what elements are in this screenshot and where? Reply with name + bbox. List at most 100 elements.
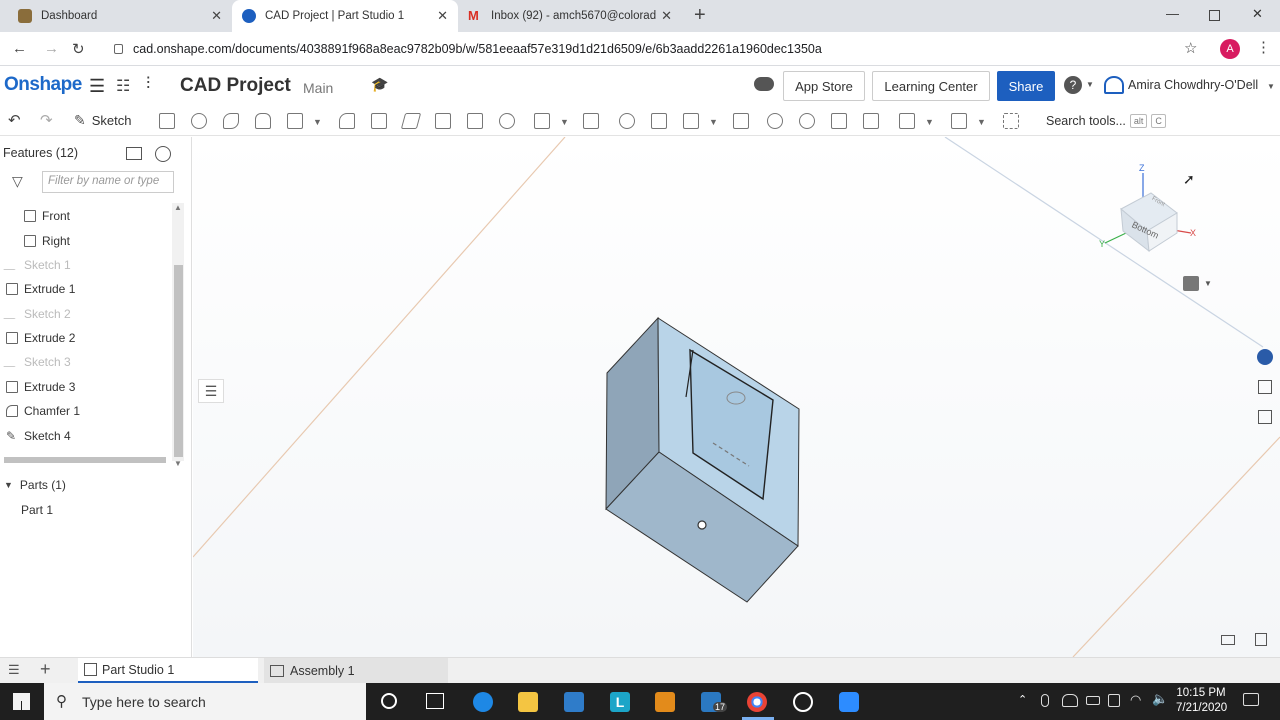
search-tools-field[interactable]: Search tools... alt C	[1046, 114, 1166, 128]
shell-icon[interactable]	[467, 113, 483, 129]
mass-icon[interactable]	[1255, 633, 1267, 646]
feature-item[interactable]: Extrude 1	[6, 279, 75, 299]
profile-avatar[interactable]: A	[1220, 39, 1240, 59]
feature-item[interactable]: Front	[24, 206, 70, 226]
tab-part-studio[interactable]: Part Studio 1	[78, 658, 258, 683]
lync-app-icon[interactable]: L	[610, 692, 630, 712]
delete-part-icon[interactable]	[733, 113, 749, 129]
add-element-icon[interactable]: +	[40, 659, 51, 680]
draft-icon[interactable]	[400, 113, 422, 129]
feature-item[interactable]: ✎ Sketch 4	[6, 426, 71, 446]
minimize-window-icon[interactable]: —	[1166, 6, 1179, 21]
feature-item[interactable]: Right	[24, 231, 70, 251]
help-icon[interactable]: ?	[1064, 76, 1082, 94]
view-cube-menu-icon[interactable]	[1183, 276, 1199, 291]
plane-icon[interactable]	[899, 113, 915, 129]
forward-icon[interactable]: →	[44, 40, 59, 57]
learning-cap-icon[interactable]: 🎓	[371, 76, 388, 93]
feature-item[interactable]: Sketch 2	[3, 304, 71, 324]
add-custom-feature-icon[interactable]	[1003, 113, 1019, 129]
chamfer-icon[interactable]	[371, 113, 387, 129]
notifications-icon[interactable]	[1243, 693, 1259, 706]
store-icon[interactable]	[564, 692, 584, 712]
replace-face-icon[interactable]	[831, 113, 847, 129]
move-face-icon[interactable]	[799, 113, 815, 129]
mirror-icon[interactable]	[583, 113, 599, 129]
boolean-icon[interactable]	[619, 113, 635, 129]
split-icon[interactable]	[651, 113, 667, 129]
configuration-icon[interactable]: ⫶	[146, 74, 150, 94]
chrome-icon[interactable]	[747, 692, 767, 712]
user-name[interactable]: Amira Chowdhry-O'Dell	[1128, 78, 1258, 92]
parts-panel-icon[interactable]	[1258, 380, 1272, 394]
graphics-viewport[interactable]: Z Y X Bottom Front ➚ ▼ ☰	[192, 136, 1280, 658]
revolve-icon[interactable]	[191, 113, 207, 129]
rollback-timer-icon[interactable]	[155, 146, 171, 162]
feature-hscrollbar[interactable]	[4, 457, 166, 463]
microphone-icon[interactable]	[1041, 694, 1049, 707]
hole-icon[interactable]	[499, 113, 515, 129]
view-cube-svg[interactable]	[1093, 159, 1213, 259]
branch-label[interactable]: Main	[303, 80, 333, 96]
app-icon[interactable]	[655, 692, 675, 712]
onedrive-icon[interactable]	[1062, 694, 1078, 707]
feature-item[interactable]: Sketch 3	[3, 352, 71, 372]
feature-item[interactable]: Extrude 2	[6, 328, 75, 348]
mass-properties-icon[interactable]	[1258, 410, 1272, 424]
onshape-app-icon[interactable]	[793, 692, 813, 712]
loft-icon[interactable]	[255, 113, 271, 129]
part-item[interactable]: Part 1	[21, 500, 53, 520]
chevron-down-icon[interactable]: ▼	[313, 117, 322, 127]
user-icon[interactable]	[1104, 76, 1124, 94]
tab-manager-icon[interactable]: ☰	[8, 662, 20, 678]
fillet-icon[interactable]	[339, 113, 355, 129]
screen-icon[interactable]	[1108, 694, 1120, 707]
battery-icon[interactable]	[1086, 696, 1100, 705]
windows-start-icon[interactable]	[13, 693, 30, 710]
measure-icon[interactable]	[1221, 635, 1235, 645]
url-field[interactable]: cad.onshape.com/documents/4038891f968a8e…	[104, 36, 1214, 62]
cortana-icon[interactable]	[381, 693, 397, 709]
feature-item[interactable]: Chamfer 1	[6, 401, 80, 421]
bookmark-star-icon[interactable]: ☆	[1184, 39, 1197, 57]
feature-item[interactable]: Sketch 1	[3, 255, 71, 275]
parts-header[interactable]: ▼ Parts (1)	[4, 475, 66, 495]
sketch-button[interactable]: ✎ Sketch	[74, 112, 131, 129]
document-title[interactable]: CAD Project	[180, 75, 291, 97]
chevron-down-icon[interactable]: ▼	[560, 117, 569, 127]
feature-list-icon[interactable]: ☷	[116, 76, 130, 96]
new-tab-button[interactable]: +	[694, 4, 706, 27]
share-button[interactable]: Share	[997, 71, 1055, 101]
chevron-down-icon[interactable]: ▼	[1086, 80, 1094, 89]
close-tab-icon[interactable]: ✕	[661, 8, 672, 24]
modify-fillet-icon[interactable]	[767, 113, 783, 129]
feature-scrollbar-thumb[interactable]	[174, 265, 183, 457]
taskbar-search-field[interactable]: ⚲ Type here to search	[44, 683, 366, 720]
chevron-down-icon[interactable]: ▼	[925, 117, 934, 127]
comments-icon[interactable]	[754, 77, 774, 91]
transform-icon[interactable]	[683, 113, 699, 129]
close-tab-icon[interactable]: ✕	[437, 8, 448, 24]
browser-tab-inbox[interactable]: M Inbox (92) - amch5670@colorad ✕	[458, 0, 682, 32]
back-icon[interactable]: ←	[12, 40, 27, 57]
tray-chevron-icon[interactable]: ⌃	[1018, 693, 1027, 706]
close-tab-icon[interactable]: ✕	[211, 8, 222, 24]
sheet-metal-icon[interactable]	[951, 113, 967, 129]
tab-assembly[interactable]: Assembly 1	[264, 658, 448, 683]
offset-surface-icon[interactable]	[863, 113, 879, 129]
onshape-logo[interactable]: Onshape	[4, 74, 82, 96]
reload-icon[interactable]: ↻	[72, 40, 85, 58]
feature-list-toggle-icon[interactable]: ☰	[198, 379, 224, 403]
redo-icon[interactable]: ↷	[40, 111, 53, 129]
thicken-icon[interactable]	[287, 113, 303, 129]
appearance-panel-icon[interactable]	[1257, 349, 1273, 365]
close-window-icon[interactable]: ✕	[1252, 6, 1263, 22]
add-folder-icon[interactable]	[126, 147, 142, 160]
browser-tab-dashboard[interactable]: Dashboard ✕	[8, 0, 232, 32]
scroll-up-icon[interactable]: ▲	[174, 203, 182, 212]
undo-icon[interactable]: ↶	[8, 111, 21, 129]
chevron-down-icon[interactable]: ▼	[977, 117, 986, 127]
edge-browser-icon[interactable]	[473, 692, 493, 712]
wifi-icon[interactable]: ◠	[1130, 692, 1141, 708]
feature-item[interactable]: Extrude 3	[6, 377, 75, 397]
